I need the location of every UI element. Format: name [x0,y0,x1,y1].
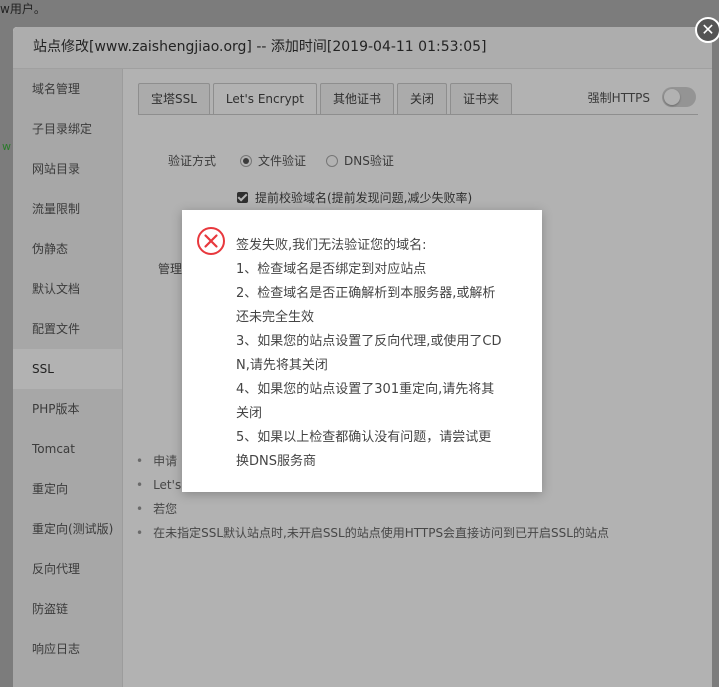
error-line: 关闭 [236,406,263,421]
background-fragment: w [2,140,11,153]
error-message-text: 签发失败,我们无法验证您的域名: 1、检查域名是否绑定到对应站点 2、检查域名是… [236,234,524,474]
error-line: 签发失败,我们无法验证您的域名: [236,238,427,253]
error-line: 4、如果您的站点设置了301重定向,请先将其 [236,382,495,397]
close-icon[interactable]: ✕ [695,17,719,43]
error-line: 3、如果您的站点设置了反向代理,或使用了CD [236,334,502,349]
error-line: 5、如果以上检查都确认没有问题，请尝试更 [236,430,492,445]
error-message-box: 签发失败,我们无法验证您的域名: 1、检查域名是否绑定到对应站点 2、检查域名是… [182,210,542,492]
error-line: 换DNS服务商 [236,454,316,469]
error-circle-x-icon [197,227,225,255]
background-text: w用户。 [0,2,46,16]
error-line: 2、检查域名是否正确解析到本服务器,或解析 [236,286,496,301]
error-line: 1、检查域名是否绑定到对应站点 [236,262,427,277]
error-line: N,请先将其关闭 [236,358,328,373]
error-line: 还未完全生效 [236,310,315,325]
